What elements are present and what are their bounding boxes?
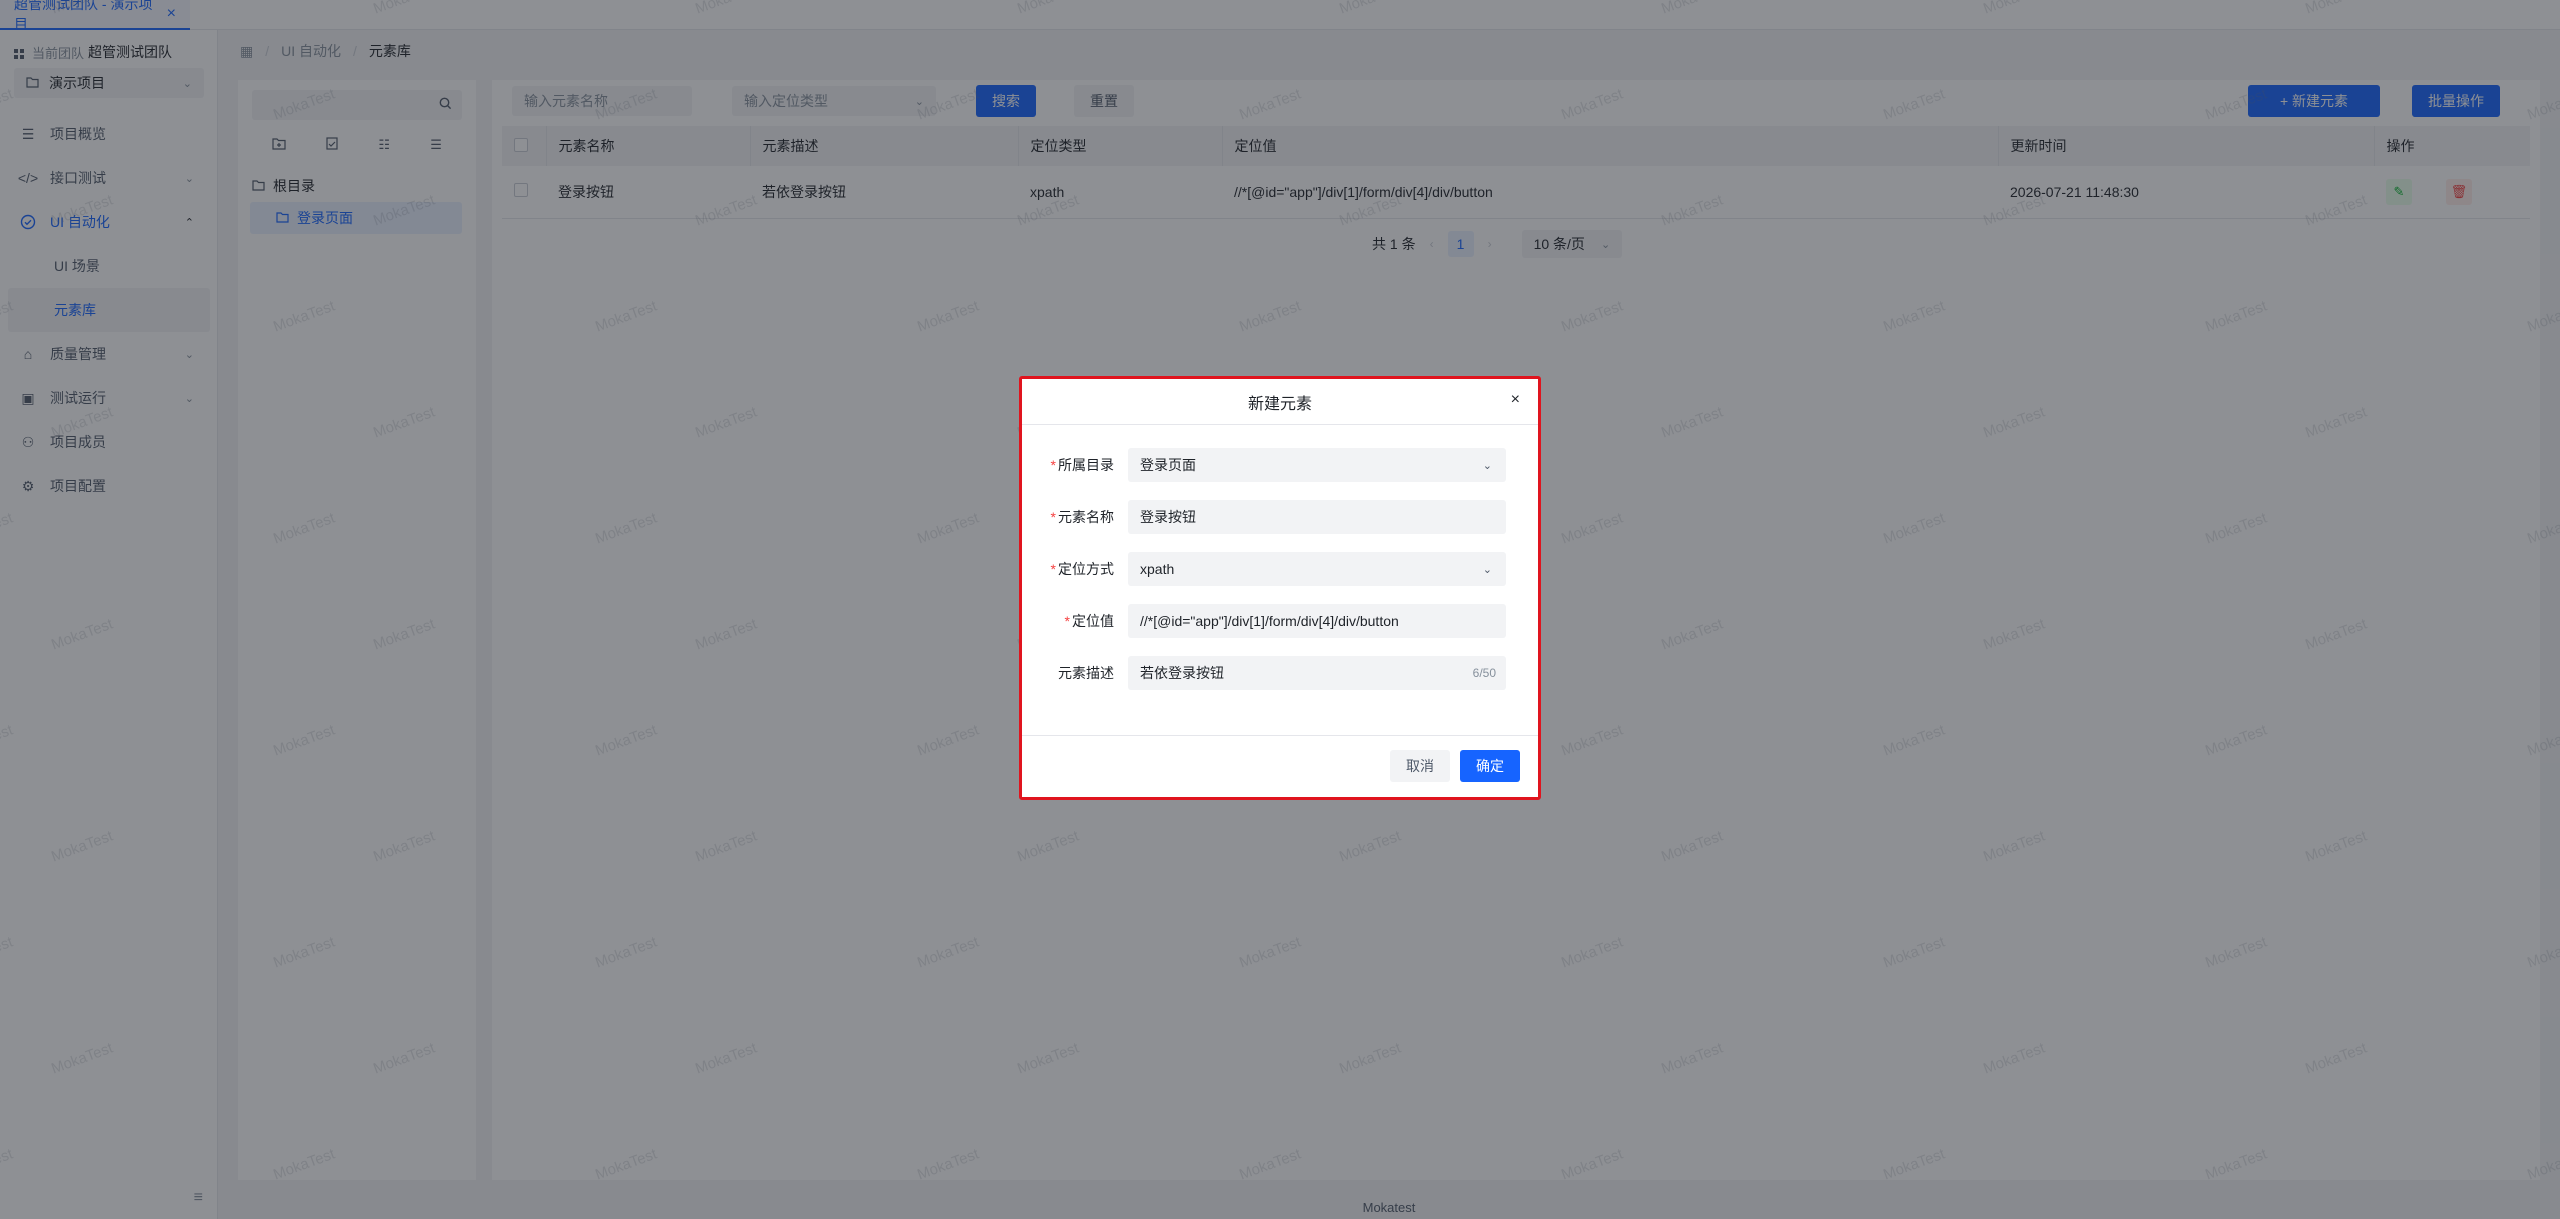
description-field[interactable]: 若依登录按钮 6/50 [1128, 656, 1506, 690]
element-name-field[interactable]: 登录按钮 [1128, 500, 1506, 534]
required-mark: * [1050, 561, 1056, 577]
chevron-down-icon: ⌄ [1482, 459, 1492, 472]
required-mark: * [1050, 509, 1056, 525]
form-label: * 所属目录 [1022, 455, 1128, 475]
required-mark: * [1064, 613, 1070, 629]
directory-value: 登录页面 [1140, 457, 1196, 473]
form-label-text: 所属目录 [1058, 457, 1114, 473]
locator-value-field[interactable]: //*[@id="app"]/div[1]/form/div[4]/div/bu… [1128, 604, 1506, 638]
form-label: 元素描述 [1058, 665, 1114, 681]
form-label: * 元素名称 [1022, 507, 1128, 527]
form-label-text: 定位方式 [1058, 561, 1114, 577]
dialog-title: 新建元素 [1022, 379, 1538, 425]
form-label-text: 定位值 [1072, 613, 1114, 629]
form-row-description: 元素描述 若依登录按钮 6/50 [1022, 656, 1538, 690]
form-row-method: * 定位方式 xpath ⌄ [1022, 552, 1538, 586]
new-element-dialog: 新建元素 × * 所属目录 登录页面 ⌄ * 元素名称 登录按钮 * 定位方式 xpa… [1019, 376, 1541, 800]
required-mark: * [1050, 457, 1056, 473]
confirm-button[interactable]: 确定 [1460, 750, 1520, 782]
locator-method-value: xpath [1140, 561, 1175, 577]
cancel-button[interactable]: 取消 [1390, 750, 1450, 782]
directory-select[interactable]: 登录页面 ⌄ [1128, 448, 1506, 482]
dialog-footer: 取消 确定 [1022, 735, 1538, 797]
locator-method-select[interactable]: xpath ⌄ [1128, 552, 1506, 586]
close-icon[interactable]: × [1511, 391, 1520, 409]
chevron-down-icon: ⌄ [1482, 563, 1492, 576]
form-label: * 定位值 [1022, 611, 1128, 631]
form-row-locator: * 定位值 //*[@id="app"]/div[1]/form/div[4]/d… [1022, 604, 1538, 638]
description-value: 若依登录按钮 [1140, 665, 1224, 681]
form-row-name: * 元素名称 登录按钮 [1022, 500, 1538, 534]
char-count: 6/50 [1472, 666, 1496, 680]
form-row-directory: * 所属目录 登录页面 ⌄ [1022, 448, 1538, 482]
form-label: * 定位方式 [1022, 559, 1128, 579]
form-label-text: 元素名称 [1058, 509, 1114, 525]
